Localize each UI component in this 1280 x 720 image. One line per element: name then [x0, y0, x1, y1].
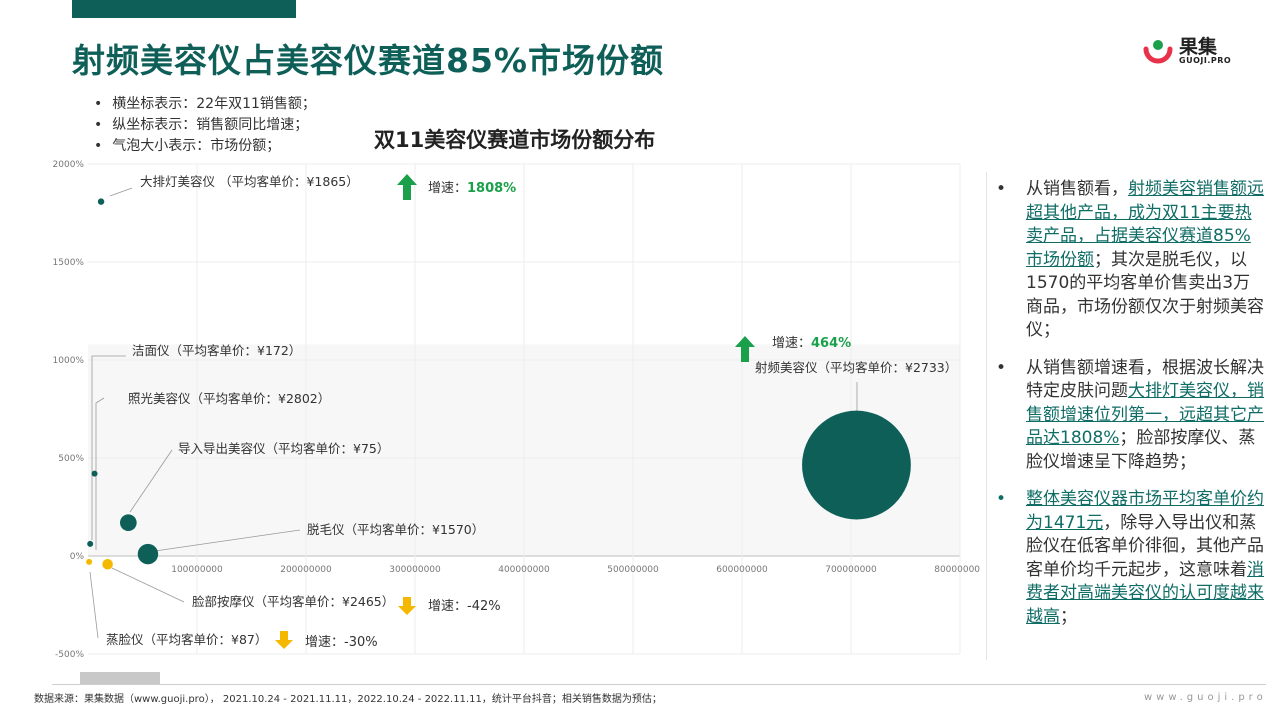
brand-logo-block: 果集 GUOJI.PRO [1143, 32, 1243, 72]
bubble-脱毛仪 [137, 543, 159, 565]
divider [986, 172, 987, 660]
growth-value: 1808% [467, 181, 516, 196]
bubble-蒸脸仪 [86, 558, 93, 565]
leader-line [109, 187, 133, 197]
x-tick-label: 700000000 [825, 565, 877, 575]
growth-label: 增速： [772, 336, 811, 351]
legend-notes: 横坐标表示：22年双11销售额； 纵坐标表示：销售额同比增速； 气泡大小表示：市… [94, 94, 316, 157]
point-label: 照光美容仪（平均客单价：¥2802） [128, 391, 330, 406]
bubble-导入导出美容仪 [119, 514, 137, 532]
insight-item: • 整体美容仪器市场平均客单价约为1471元，除导入导出仪和蒸脸仪在低客单价徘徊，… [994, 488, 1266, 629]
top-accent-bar [72, 0, 296, 18]
growth-value: -42% [467, 599, 501, 614]
arrow-up-icon [397, 174, 417, 200]
point-label: 大排灯美容仪 （平均客单价：¥1865） [140, 174, 359, 189]
bullet-icon: • [996, 357, 1007, 378]
y-tick-label: 500% [58, 454, 84, 464]
bullet-icon: • [996, 489, 1007, 509]
brand-name: 果集 [1179, 36, 1218, 58]
x-tick-label: 400000000 [498, 565, 550, 575]
x-tick-label: 800000000 [934, 565, 980, 575]
horizontal-scrollbar[interactable] [26, 670, 1266, 685]
leader-line [89, 571, 99, 639]
insight-text: 从销售额看， [1026, 179, 1128, 199]
x-tick-label: 500000000 [607, 565, 659, 575]
insight-item: • 从销售额看，射频美容销售额远超其他产品，成为双11主要热卖产品，占据美容仪赛道… [994, 178, 1266, 343]
y-tick-label: 2000% [53, 160, 85, 170]
point-label: 射频美容仪（平均客单价：¥2733） [755, 360, 957, 375]
arrow-down-icon [275, 631, 293, 649]
growth-value: -30% [344, 635, 378, 650]
y-tick-label: -500% [55, 650, 84, 660]
point-label: 导入导出美容仪（平均客单价：¥75） [178, 441, 389, 456]
footer-url: www.guoji.pro [1144, 692, 1267, 703]
x-tick-label: 300000000 [389, 565, 441, 575]
y-tick-label: 1000% [53, 356, 85, 366]
y-tick-label: 1500% [53, 258, 85, 268]
insight-text: ； [1060, 606, 1077, 627]
point-label: 脸部按摩仪（平均客单价：¥2465） [192, 594, 394, 609]
y-tick-label: 0% [70, 552, 85, 562]
point-label: 洁面仪（平均客单价：¥172） [132, 343, 301, 358]
brand-logo-icon [1143, 40, 1173, 64]
growth-label: 增速： [305, 635, 344, 650]
growth-label: 增速： [428, 599, 467, 614]
growth-label: 增速： [428, 181, 467, 196]
bubble-照光美容仪 [91, 470, 98, 477]
point-label: 蒸脸仪（平均客单价：¥87） [106, 632, 267, 647]
bubble-脸部按摩仪 [102, 558, 113, 570]
bubble-射频美容仪 [802, 410, 911, 520]
scrollbar-track [52, 684, 1266, 685]
arrow-down-icon [398, 597, 416, 615]
footer-source: 数据来源：果集数据（www.guoji.pro）， 2021.10.24 - 2… [34, 694, 662, 705]
bubble-大排灯美容仪 [97, 198, 105, 205]
insight-item: • 从销售额增速看，根据波长解决特定皮肤问题大排灯美容仪，销售额增速位列第一，远超… [994, 357, 1266, 475]
bubble-洁面仪 [87, 540, 94, 547]
x-tick-label: 200000000 [280, 565, 332, 575]
page-title: 射频美容仪占美容仪赛道85%市场份额 [72, 41, 664, 80]
bullet-icon: • [996, 179, 1007, 199]
x-tick-label: 100000000 [171, 565, 223, 575]
scrollbar-thumb[interactable] [80, 672, 160, 684]
insights-panel: • 从销售额看，射频美容销售额远超其他产品，成为双11主要热卖产品，占据美容仪赛道… [994, 178, 1266, 643]
x-tick-label: 600000000 [716, 565, 768, 575]
legend-note: 纵坐标表示：销售额同比增速； [94, 115, 316, 136]
bubble-chart: -500% 0% 500% 1000% 1500% 2000% 100000000 20000… [53, 160, 980, 660]
legend-note: 横坐标表示：22年双11销售额； [94, 94, 316, 115]
brand-url: GUOJI.PRO [1179, 56, 1232, 65]
growth-value: 464% [811, 336, 851, 351]
point-label: 脱毛仪（平均客单价：¥1570） [307, 522, 484, 537]
